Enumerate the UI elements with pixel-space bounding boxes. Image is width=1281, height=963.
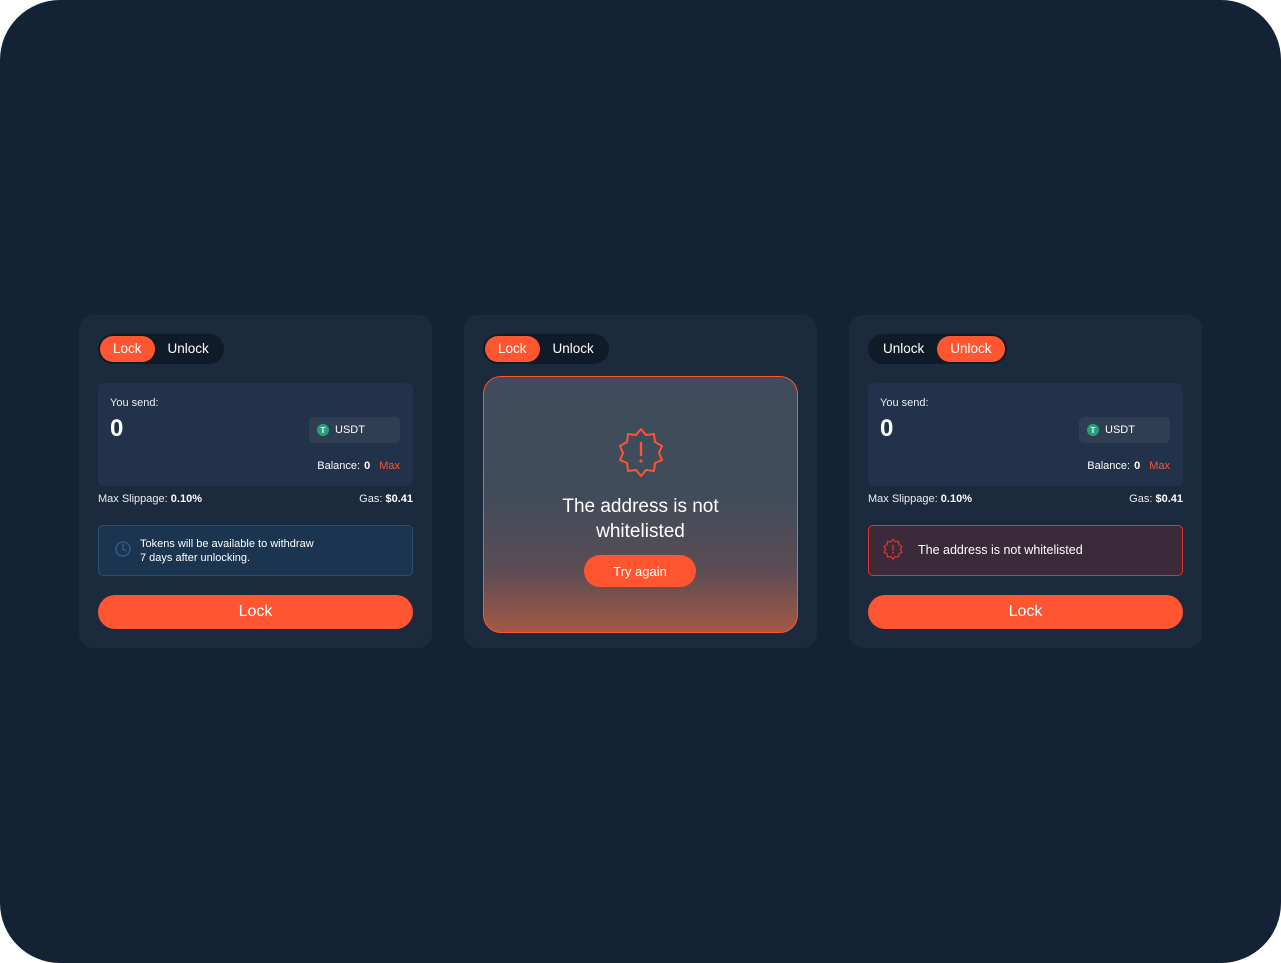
error-panel: The address is not whitelisted Try again [483, 376, 798, 633]
tab-lock[interactable]: Lock [485, 336, 540, 362]
notice-line-2: 7 days after unlocking. [140, 552, 251, 564]
slippage-value: 0.10% [940, 493, 972, 505]
balance-value: 0 [1134, 460, 1141, 472]
token-selector[interactable]: T USDT [1079, 417, 1170, 443]
tab-unlock[interactable]: Unlock [155, 336, 222, 362]
tab-unlock[interactable]: Unlock [540, 336, 607, 362]
slippage: Max Slippage: 0.10% [98, 493, 202, 505]
token-symbol: USDT [335, 424, 365, 436]
usdt-icon: T [1087, 424, 1099, 436]
slippage-label: Max Slippage: [98, 493, 168, 505]
error-title-line-1: The address is not [562, 496, 719, 517]
error-text: The address is not whitelisted [918, 543, 1083, 557]
balance: Balance: 0 Max [317, 460, 400, 472]
token-symbol: USDT [1105, 424, 1135, 436]
send-panel: You send: T USDT Balance: 0 Max [868, 383, 1183, 486]
notice-text: Tokens will be available to withdraw 7 d… [140, 537, 314, 565]
unlock-card: Unlock Unlock You send: T USDT Balance: … [849, 315, 1202, 648]
amount-input[interactable] [880, 415, 1040, 443]
info-notice: Tokens will be available to withdraw 7 d… [98, 525, 413, 576]
slippage-value: 0.10% [170, 493, 202, 505]
lock-unlock-toggle: Unlock Unlock [868, 334, 1007, 364]
gas-label: Gas: [359, 493, 383, 505]
balance-label: Balance: [1087, 460, 1131, 472]
clock-icon [115, 541, 131, 557]
gas-value: $0.41 [385, 493, 413, 505]
max-button[interactable]: Max [379, 460, 400, 472]
try-again-button[interactable]: Try again [584, 555, 696, 587]
send-label: You send: [880, 397, 929, 409]
error-card: Lock Unlock The address is not whitelist… [464, 315, 817, 648]
tab-unlock[interactable]: Unlock [937, 336, 1005, 362]
canvas: Lock Unlock You send: T USDT Balance: 0 … [0, 0, 1281, 963]
send-panel: You send: T USDT Balance: 0 Max [98, 383, 413, 486]
lock-card: Lock Unlock You send: T USDT Balance: 0 … [79, 315, 432, 648]
lock-button[interactable]: Lock [98, 595, 413, 629]
usdt-icon: T [317, 424, 329, 436]
error-title: The address is not whitelisted [484, 494, 797, 544]
tab-lock[interactable]: Lock [100, 336, 155, 362]
gas-label: Gas: [1129, 493, 1153, 505]
amount-input[interactable] [110, 415, 270, 443]
lock-unlock-toggle: Lock Unlock [483, 334, 609, 364]
token-selector[interactable]: T USDT [309, 417, 400, 443]
balance-label: Balance: [317, 460, 361, 472]
slippage: Max Slippage: 0.10% [868, 493, 972, 505]
send-label: You send: [110, 397, 159, 409]
balance: Balance: 0 Max [1087, 460, 1170, 472]
error-title-line-2: whitelisted [596, 521, 685, 542]
max-button[interactable]: Max [1149, 460, 1170, 472]
balance-value: 0 [364, 460, 371, 472]
warning-badge-icon [619, 428, 663, 477]
slippage-label: Max Slippage: [868, 493, 938, 505]
gas: Gas: $0.41 [359, 493, 413, 505]
error-notice: The address is not whitelisted [868, 525, 1183, 576]
tab-unlock-left[interactable]: Unlock [870, 336, 937, 362]
lock-unlock-toggle: Lock Unlock [98, 334, 224, 364]
notice-line-1: Tokens will be available to withdraw [140, 538, 314, 550]
warning-badge-icon [883, 538, 903, 560]
lock-button[interactable]: Lock [868, 595, 1183, 629]
gas: Gas: $0.41 [1129, 493, 1183, 505]
gas-value: $0.41 [1155, 493, 1183, 505]
